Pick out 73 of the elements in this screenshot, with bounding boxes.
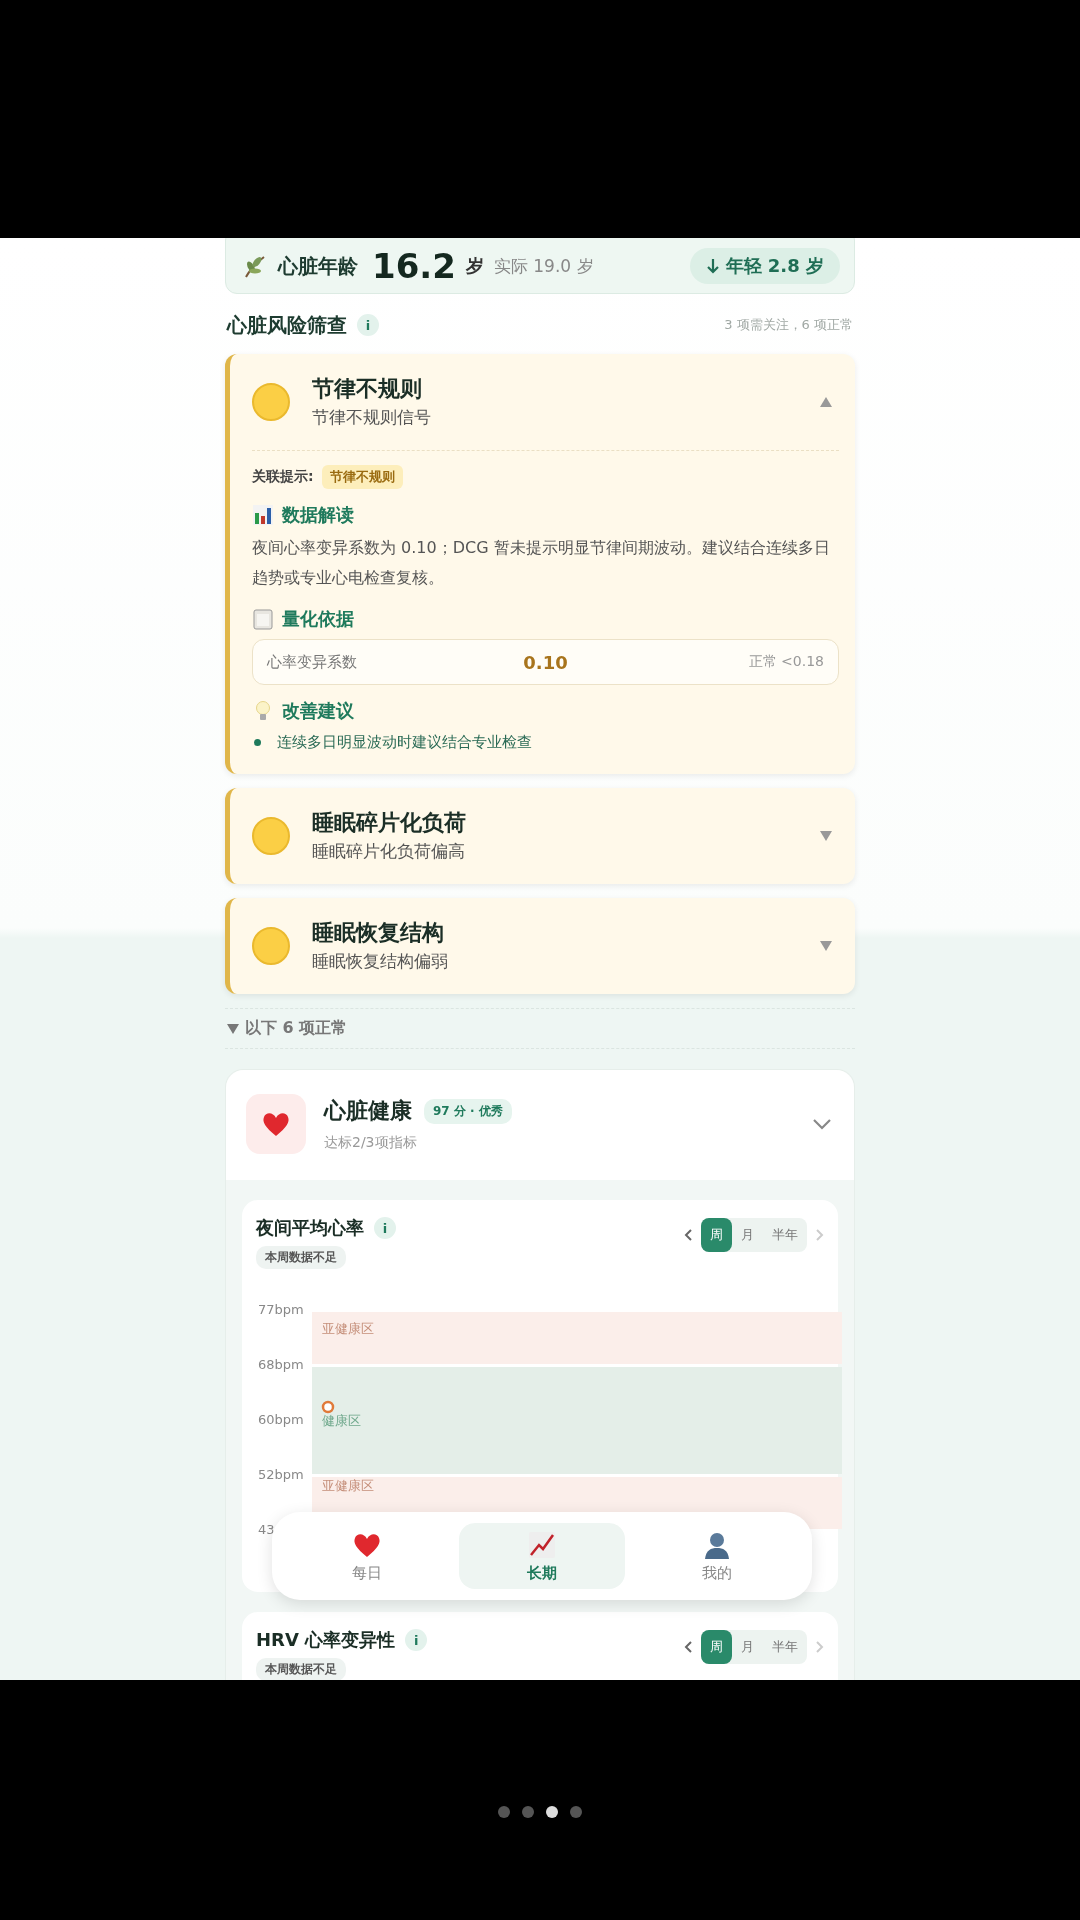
heart-tile-icon: [246, 1094, 306, 1154]
y-axis-label: 68bpm: [258, 1357, 304, 1372]
nav-tab[interactable]: 我的: [634, 1523, 800, 1589]
period-tab[interactable]: 月: [732, 1630, 763, 1664]
metric-value: 0.10: [523, 651, 568, 673]
zone-label: 健康区: [322, 1413, 361, 1428]
data-point: [321, 1400, 335, 1414]
metric-title: 夜间平均心率: [256, 1216, 364, 1240]
data-note: 本周数据不足: [256, 1658, 346, 1680]
period-tab[interactable]: 月: [732, 1218, 763, 1252]
previous-icon[interactable]: [684, 1640, 693, 1654]
nav-tab[interactable]: 每日: [284, 1523, 450, 1589]
related-label: 关联提示:: [252, 468, 314, 486]
next-icon[interactable]: [815, 1640, 824, 1654]
zone-label: 亚健康区: [322, 1321, 374, 1336]
warning-dot-icon: [252, 817, 290, 855]
warning-dot-icon: [252, 383, 290, 421]
section-title: 量化依据: [282, 607, 354, 631]
section-title: 改善建议: [282, 699, 354, 723]
risk-subtitle: 睡眠恢复结构偏弱: [312, 950, 449, 973]
normal-items-toggle[interactable]: 以下 6 项正常: [245, 1018, 348, 1039]
period-tab[interactable]: 周: [701, 1630, 732, 1664]
normal-range: 正常 <0.18: [747, 653, 824, 671]
age-unit: 岁: [465, 254, 484, 278]
data-note: 本周数据不足: [256, 1246, 346, 1269]
risk-title: 睡眠恢复结构: [312, 919, 445, 947]
warning-dot-icon: [252, 927, 290, 965]
category-title: 心脏健康: [324, 1097, 412, 1125]
info-button[interactable]: i: [357, 314, 379, 336]
bullet-icon: [254, 739, 261, 746]
actual-age: 实际 19.0 岁: [493, 254, 594, 278]
expanded-icon[interactable]: [227, 1023, 239, 1034]
risk-title: 节律不规则: [312, 375, 423, 403]
section-title: 数据解读: [282, 503, 354, 527]
risk-subtitle: 睡眠碎片化负荷偏高: [312, 840, 466, 863]
clipboard-icon: [252, 608, 274, 630]
heart-age-label: 心脏年龄: [278, 252, 358, 280]
collapse-icon[interactable]: [819, 396, 833, 408]
next-icon[interactable]: [815, 1228, 824, 1242]
metric-title: HRV 心率变异性: [256, 1628, 396, 1652]
score-badge: 97 分 · 优秀: [424, 1098, 512, 1124]
heart-age-value: 16.2: [372, 246, 456, 286]
risk-title: 睡眠碎片化负荷: [312, 809, 467, 837]
section-heading: 心脏风险筛查: [227, 311, 347, 339]
period-tab[interactable]: 半年: [763, 1218, 807, 1252]
screening-summary: 3 项需关注，6 项正常: [724, 316, 853, 334]
page-dot[interactable]: [570, 1806, 582, 1818]
y-axis-label: 77bpm: [258, 1302, 304, 1317]
zone-label: 亚健康区: [322, 1478, 374, 1493]
page-dot[interactable]: [522, 1806, 534, 1818]
y-axis-label: 52bpm: [258, 1467, 304, 1482]
interpretation-text: 夜间心率变异系数为 0.10；DCG 暂未提示明显节律间期波动。建议结合连续多日趋势或专业心电检查复核。: [252, 537, 831, 589]
period-tab[interactable]: 半年: [763, 1630, 807, 1664]
nav-tab[interactable]: 长期: [459, 1523, 625, 1589]
y-axis-label: 43: [258, 1522, 275, 1537]
page-dot[interactable]: [546, 1806, 558, 1818]
previous-icon[interactable]: [684, 1228, 693, 1242]
trend-chart-icon: [527, 1529, 557, 1560]
period-tab[interactable]: 周: [701, 1218, 732, 1252]
younger-badge: 年轻 2.8 岁: [689, 248, 840, 284]
metric-name: 心率变异系数: [267, 652, 358, 672]
info-button[interactable]: i: [405, 1629, 428, 1651]
info-button[interactable]: i: [374, 1217, 396, 1239]
y-axis-label: 60bpm: [258, 1412, 304, 1427]
bar-chart-icon: [252, 504, 274, 526]
page-dot[interactable]: [498, 1806, 510, 1818]
category-subtitle: 达标2/3项指标: [324, 1134, 418, 1152]
risk-subtitle: 节律不规则信号: [312, 406, 432, 429]
expand-icon[interactable]: [819, 940, 833, 952]
suggestion-text: 连续多日明显波动时建议结合专业检查: [277, 733, 532, 752]
chevron-down-icon[interactable]: [812, 1118, 832, 1130]
related-tag: 节律不规则: [321, 465, 403, 489]
expand-icon[interactable]: [819, 830, 833, 842]
